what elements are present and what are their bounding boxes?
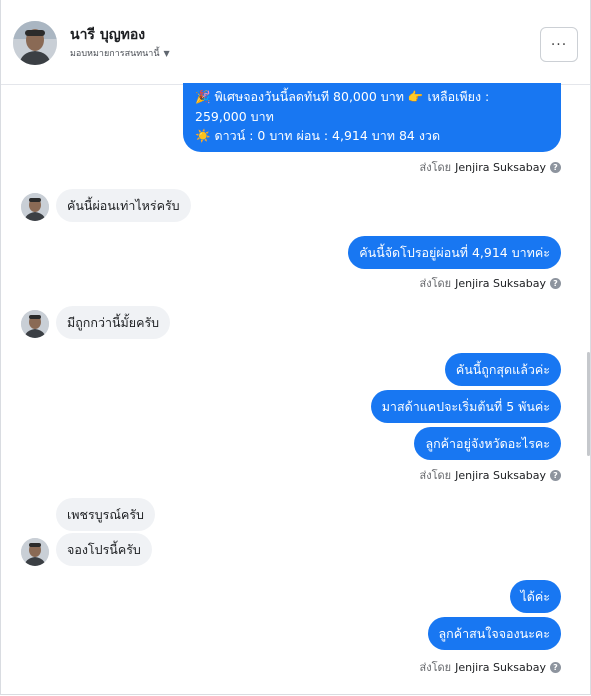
message-thread: 🎉 พิเศษจองวันนี้ลดทันที 80,000 บาท 👉 เหล…: [1, 83, 590, 694]
contact-avatar[interactable]: [13, 21, 57, 65]
outgoing-message-bubble[interactable]: ได้ค่ะ: [509, 580, 561, 613]
assign-label: มอบหมายการสนทนานี้: [70, 49, 160, 59]
help-circle-icon[interactable]: ?: [550, 161, 561, 173]
contact-avatar-small[interactable]: [21, 538, 49, 566]
promo-message-bubble[interactable]: 🎉 พิเศษจองวันนี้ลดทันที 80,000 บาท 👉 เหล…: [183, 83, 561, 152]
help-circle-icon[interactable]: ?: [550, 469, 561, 481]
conversation-header: นารี บุญทอง มอบหมายการสนทนานี้ ▼ ···: [1, 0, 590, 85]
sent-by-label: ส่งโดย Jenjira Suksabay ?: [420, 658, 561, 676]
promo-line: 259,000 บาท: [195, 108, 274, 124]
thread-scrollbar[interactable]: [587, 352, 590, 456]
sent-by-label: ส่งโดย Jenjira Suksabay ?: [420, 274, 561, 292]
outgoing-message-bubble[interactable]: คันนี้จัดโปรอยู่ผ่อนที่ 4,914 บาทค่ะ: [348, 236, 561, 269]
caret-down-icon: ▼: [163, 48, 170, 58]
promo-line: 🎉 พิเศษจองวันนี้ลดทันที 80,000 บาท 👉 เหล…: [195, 89, 490, 104]
incoming-message-bubble[interactable]: เพชรบูรณ์ครับ: [56, 498, 155, 531]
sent-by-label: ส่งโดย Jenjira Suksabay ?: [420, 466, 561, 484]
help-circle-icon[interactable]: ?: [550, 277, 561, 289]
sent-by-label: ส่งโดย Jenjira Suksabay ?: [420, 158, 561, 176]
assign-conversation-dropdown[interactable]: มอบหมายการสนทนานี้ ▼: [70, 46, 170, 60]
outgoing-message-bubble[interactable]: มาสด้าแคปจะเริ่มต้นที่ 5 พันค่ะ: [370, 390, 561, 423]
outgoing-message-bubble[interactable]: ลูกค้าอยู่จังหวัดอะไรคะ: [414, 427, 561, 460]
contact-avatar-small[interactable]: [21, 310, 49, 338]
promo-line: ☀️ ดาวน์ : 0 บาท ผ่อน : 4,914 บาท 84 งวด: [195, 128, 441, 143]
incoming-message-bubble[interactable]: คันนี้ผ่อนเท่าไหร่ครับ: [56, 189, 191, 222]
help-circle-icon[interactable]: ?: [550, 661, 561, 673]
outgoing-message-bubble[interactable]: ลูกค้าสนใจจองนะคะ: [427, 617, 561, 650]
incoming-message-bubble[interactable]: จองโปรนี้ครับ: [56, 533, 152, 566]
incoming-message-bubble[interactable]: มีถูกกว่านี้มั้ยครับ: [56, 306, 171, 339]
outgoing-message-bubble[interactable]: คันนี้ถูกสุดแล้วค่ะ: [444, 353, 561, 386]
contact-name[interactable]: นารี บุญทอง: [70, 24, 145, 46]
contact-avatar-small[interactable]: [21, 193, 49, 221]
chat-panel: นารี บุญทอง มอบหมายการสนทนานี้ ▼ ··· 🎉 พ…: [0, 0, 591, 695]
more-icon: ···: [550, 36, 568, 53]
more-options-button[interactable]: ···: [540, 27, 578, 62]
